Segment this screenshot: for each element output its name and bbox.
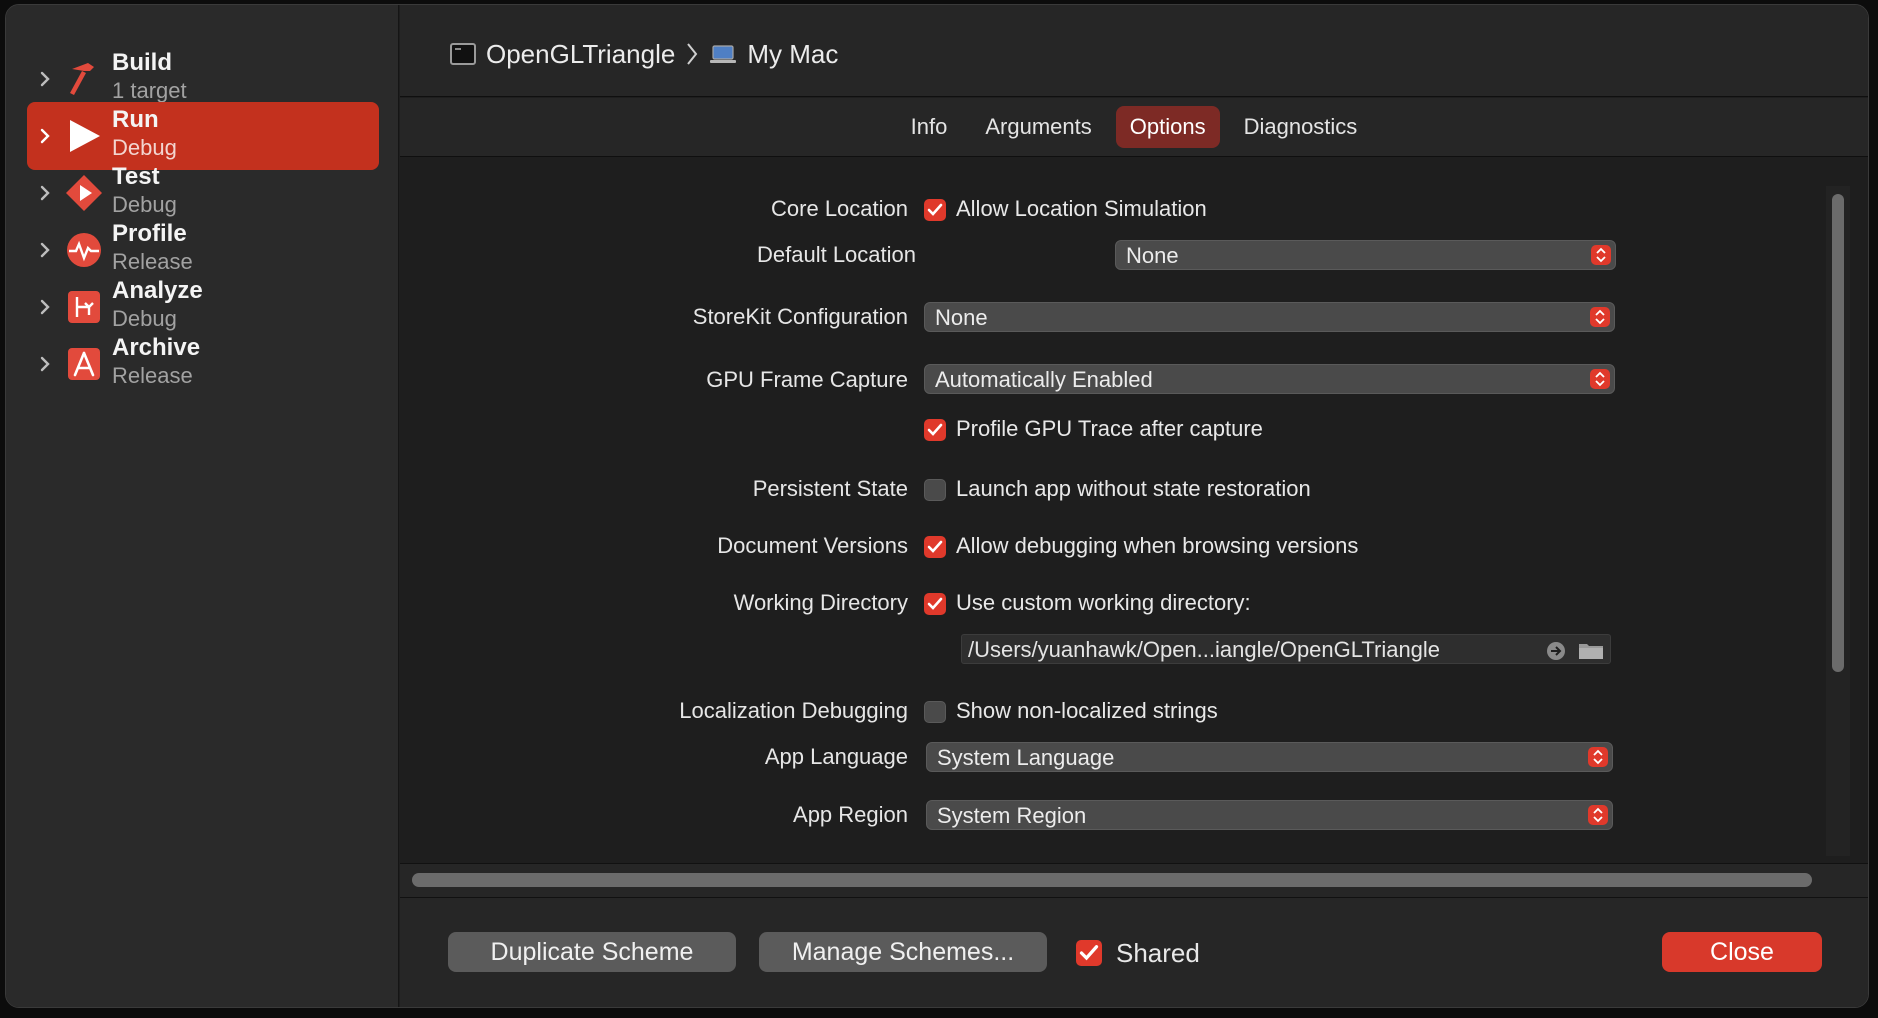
sidebar-item-title: Build — [112, 49, 172, 76]
working-directory-path-field[interactable]: /Users/yuanhawk/Open...iangle/OpenGLTria… — [961, 634, 1611, 664]
folder-icon[interactable] — [1578, 640, 1604, 660]
options-panel: Core Location Allow Location Simulation … — [400, 158, 1868, 863]
app-language-label: App Language — [764, 744, 908, 769]
chevron-right-icon[interactable] — [37, 238, 53, 262]
allow-location-simulation-label: Allow Location Simulation — [956, 196, 1207, 221]
gpu-frame-capture-value: Automatically Enabled — [935, 367, 1153, 392]
checkmark-icon — [927, 203, 943, 216]
localization-debugging-label: Localization Debugging — [679, 698, 908, 723]
scheme-detail-pane: OpenGLTriangle My Mac Info Arguments Opt… — [400, 5, 1868, 1007]
core-location-label: Core Location — [771, 196, 908, 221]
shared-label: Shared — [1116, 938, 1200, 968]
custom-working-directory-checkbox[interactable] — [924, 593, 946, 615]
sidebar-item-title: Analyze — [112, 277, 203, 304]
default-location-label: Default Location — [757, 242, 916, 267]
play-icon — [70, 120, 100, 152]
chevron-right-icon[interactable] — [37, 181, 53, 205]
reveal-arrow-icon[interactable] — [1546, 641, 1566, 661]
sidebar-item-title: Run — [112, 106, 159, 133]
test-diamond-icon — [66, 175, 102, 211]
popup-arrows-icon — [1588, 805, 1608, 825]
manage-schemes-button[interactable]: Manage Schemes... — [759, 932, 1047, 972]
tab-info[interactable]: Info — [897, 106, 962, 148]
gpu-frame-capture-popup[interactable]: Automatically Enabled — [924, 364, 1615, 394]
checkmark-icon — [927, 540, 943, 553]
chevron-right-icon — [687, 43, 698, 65]
footer-bar: Duplicate Scheme Manage Schemes... Share… — [400, 897, 1868, 1007]
tab-options[interactable]: Options — [1115, 106, 1220, 148]
launch-without-restoration-checkbox[interactable] — [924, 479, 946, 501]
breadcrumb: OpenGLTriangle My Mac — [450, 38, 838, 70]
default-location-popup[interactable]: None — [1115, 240, 1616, 270]
chevron-right-icon[interactable] — [37, 352, 53, 376]
working-directory-label: Working Directory — [733, 590, 908, 615]
hammer-icon — [70, 63, 94, 95]
chevron-right-icon[interactable] — [37, 67, 53, 91]
sidebar-item-subtitle: Debug — [112, 135, 177, 160]
instruments-gauge-icon — [67, 233, 101, 267]
profile-gpu-trace-checkbox[interactable] — [924, 419, 946, 441]
app-region-label: App Region — [793, 802, 908, 827]
custom-working-directory-label: Use custom working directory: — [956, 590, 1251, 615]
terminal-app-icon — [450, 43, 476, 65]
document-versions-label: Document Versions — [717, 533, 908, 558]
tab-bar: Info Arguments Options Diagnostics — [400, 98, 1868, 157]
app-language-popup[interactable]: System Language — [926, 742, 1613, 772]
horizontal-scrollbar[interactable] — [412, 873, 1812, 887]
scheme-editor-window: Build 1 target Run Debug Test Debug Prof… — [5, 4, 1869, 1008]
launch-without-restoration-label: Launch app without state restoration — [956, 476, 1311, 501]
persistent-state-label: Persistent State — [752, 476, 908, 501]
tab-arguments[interactable]: Arguments — [971, 106, 1105, 148]
popup-arrows-icon — [1591, 245, 1611, 265]
gpu-frame-capture-label: GPU Frame Capture — [706, 367, 908, 392]
sidebar-item-title: Test — [112, 163, 160, 190]
scheme-actions-sidebar: Build 1 target Run Debug Test Debug Prof… — [6, 5, 399, 1007]
breadcrumb-destination[interactable]: My Mac — [747, 39, 838, 70]
sidebar-item-subtitle: Release — [112, 363, 193, 388]
allow-location-simulation-checkbox[interactable] — [924, 199, 946, 221]
profile-gpu-trace-label: Profile GPU Trace after capture — [956, 416, 1263, 441]
tab-diagnostics[interactable]: Diagnostics — [1230, 106, 1372, 148]
laptop-icon — [710, 45, 737, 63]
sidebar-item-subtitle: Debug — [112, 192, 177, 217]
checkmark-icon — [927, 423, 943, 436]
horizontal-scroll-track — [400, 863, 1868, 897]
app-region-value: System Region — [937, 803, 1087, 828]
archive-icon — [68, 348, 100, 380]
sidebar-item-subtitle: Release — [112, 249, 193, 274]
analyze-icon — [68, 291, 100, 323]
sidebar-item-archive[interactable]: Archive Release — [27, 330, 379, 398]
shared-checkbox[interactable] — [1076, 940, 1102, 966]
checkmark-icon — [927, 597, 943, 610]
allow-debugging-versions-label: Allow debugging when browsing versions — [956, 533, 1359, 558]
default-location-value: None — [1126, 243, 1179, 268]
app-language-value: System Language — [937, 745, 1115, 770]
show-non-localized-label: Show non-localized strings — [956, 698, 1218, 723]
chevron-right-icon[interactable] — [37, 295, 53, 319]
sidebar-item-subtitle: 1 target — [112, 78, 187, 103]
popup-arrows-icon — [1588, 747, 1608, 767]
storekit-value: None — [935, 305, 988, 330]
checkmark-icon — [1079, 945, 1099, 961]
chevron-right-icon[interactable] — [37, 124, 53, 148]
sidebar-item-title: Archive — [112, 334, 201, 361]
storekit-label: StoreKit Configuration — [692, 304, 908, 329]
close-button[interactable]: Close — [1662, 932, 1822, 972]
vertical-scrollbar[interactable] — [1832, 194, 1844, 672]
duplicate-scheme-button[interactable]: Duplicate Scheme — [448, 932, 736, 972]
app-region-popup[interactable]: System Region — [926, 800, 1613, 830]
show-non-localized-checkbox[interactable] — [924, 701, 946, 723]
sidebar-item-title: Profile — [112, 220, 187, 247]
popup-arrows-icon — [1590, 369, 1610, 389]
storekit-config-popup[interactable]: None — [924, 302, 1615, 332]
scheme-header: OpenGLTriangle My Mac — [400, 5, 1868, 97]
breadcrumb-scheme[interactable]: OpenGLTriangle — [486, 39, 675, 70]
sidebar-item-subtitle: Debug — [112, 306, 177, 331]
allow-debugging-versions-checkbox[interactable] — [924, 536, 946, 558]
popup-arrows-icon — [1590, 307, 1610, 327]
working-directory-path: /Users/yuanhawk/Open...iangle/OpenGLTria… — [968, 637, 1441, 662]
